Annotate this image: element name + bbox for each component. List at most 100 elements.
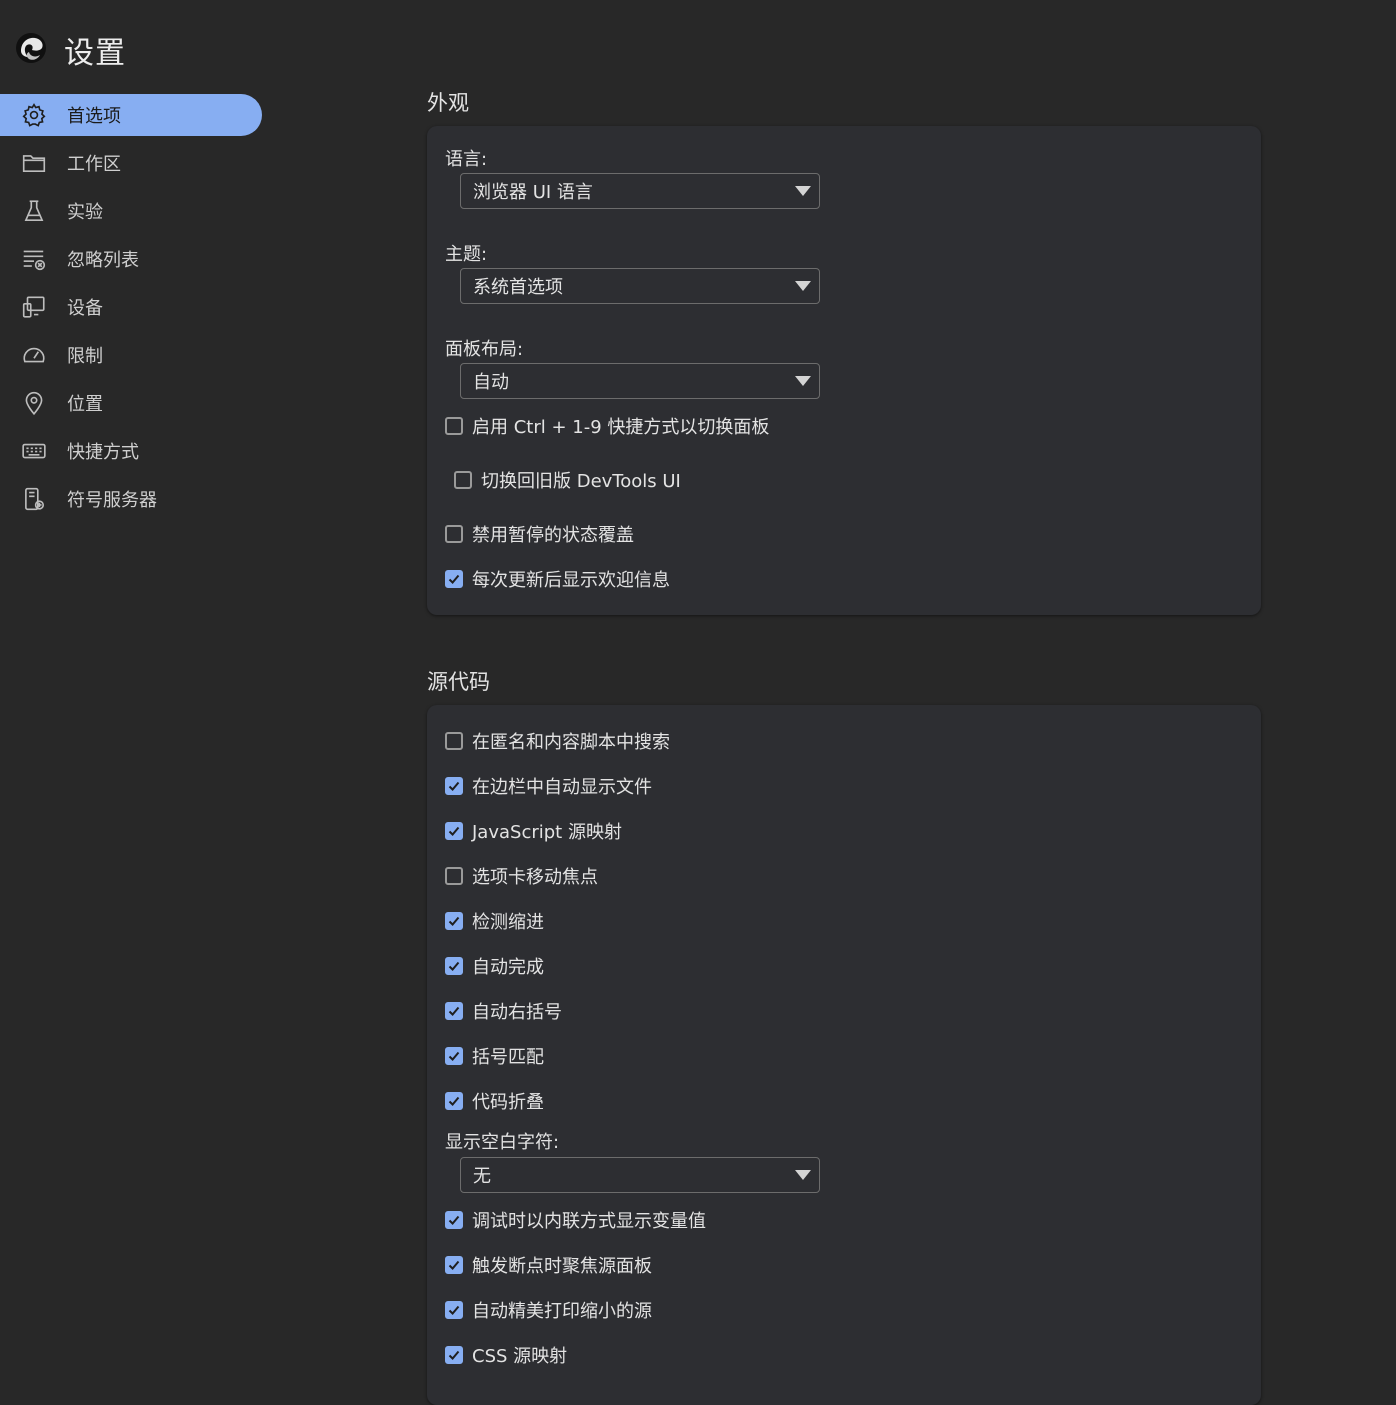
option-js-source-maps[interactable]: JavaScript 源映射 [445,819,622,843]
whitespace-select-value: 无 [473,1166,491,1187]
checkbox[interactable] [445,1047,463,1065]
devices-icon [20,293,48,321]
checkmark-icon [448,1305,460,1315]
gauge-icon [20,341,48,369]
sidebar-item-experiments[interactable]: 实验 [0,190,262,232]
sidebar-item-shortcuts[interactable]: 快捷方式 [0,430,262,472]
checkbox[interactable] [445,912,463,930]
appearance-card: 语言: 浏览器 UI 语言 主题: 系统首选项 面板布局: 自动 启用 Ctrl… [427,126,1261,615]
sidebar-item-label: 限制 [67,346,103,367]
option-welcome-message[interactable]: 每次更新后显示欢迎信息 [445,567,670,591]
option-code-folding[interactable]: 代码折叠 [445,1089,544,1113]
option-tab-moves-focus[interactable]: 选项卡移动焦点 [445,864,598,888]
edge-logo-icon [16,33,46,63]
checkbox[interactable] [445,1211,463,1229]
checkbox-label: 在边栏中自动显示文件 [472,777,652,798]
option-focus-sources-on-breakpoint[interactable]: 触发断点时聚焦源面板 [445,1253,652,1277]
option-auto-close-brackets[interactable]: 自动右括号 [445,999,562,1023]
checkbox-label: 自动精美打印缩小的源 [472,1301,652,1322]
checkmark-icon [448,1215,460,1225]
sidebar-item-label: 工作区 [67,154,121,175]
sidebar-item-label: 忽略列表 [67,250,139,271]
checkbox[interactable] [445,867,463,885]
theme-select[interactable]: 系统首选项 [460,268,820,304]
checkbox[interactable] [445,957,463,975]
sidebar-item-locations[interactable]: 位置 [0,382,262,424]
checkbox-label: 启用 Ctrl + 1-9 快捷方式以切换面板 [472,417,770,438]
checkbox-label: 检测缩进 [472,912,544,933]
checkbox[interactable] [445,777,463,795]
checkbox[interactable] [445,417,463,435]
sidebar-item-label: 符号服务器 [67,490,157,511]
sidebar-item-symbol-server[interactable]: 符号服务器 [0,478,262,520]
gear-icon [20,101,48,129]
chevron-down-icon [795,186,811,196]
option-autocompletion[interactable]: 自动完成 [445,954,544,978]
checkbox[interactable] [445,1301,463,1319]
checkmark-icon [448,961,460,971]
panel-layout-select-value: 自动 [473,372,509,393]
theme-label: 主题: [445,244,488,265]
option-disable-paused-overlay[interactable]: 禁用暂停的状态覆盖 [445,522,634,546]
section-title-sources: 源代码 [427,670,490,694]
checkbox-label: 在匿名和内容脚本中搜索 [472,732,670,753]
chevron-down-icon [795,1170,811,1180]
checkbox-label: 代码折叠 [472,1092,544,1113]
theme-select-value: 系统首选项 [473,277,563,298]
checkmark-icon [448,1350,460,1360]
whitespace-select[interactable]: 无 [460,1157,820,1193]
chevron-down-icon [795,281,811,291]
option-css-source-maps[interactable]: CSS 源映射 [445,1343,567,1367]
option-reveal-in-sidebar[interactable]: 在边栏中自动显示文件 [445,774,652,798]
checkbox[interactable] [445,1002,463,1020]
checkbox-label: 触发断点时聚焦源面板 [472,1256,652,1277]
sidebar-item-throttling[interactable]: 限制 [0,334,262,376]
sidebar: 首选项 工作区 实验 忽略列表 设备 限制 位置 快捷方式 符号服务器 [0,94,262,526]
checkmark-icon [448,826,460,836]
sidebar-item-label: 设备 [67,298,103,319]
folder-icon [20,149,48,177]
checkbox-label: 自动完成 [472,957,544,978]
checkbox[interactable] [445,1256,463,1274]
option-legacy-ui[interactable]: 切换回旧版 DevTools UI [454,468,681,492]
language-label: 语言: [445,149,488,170]
checkbox-label: 调试时以内联方式显示变量值 [472,1211,706,1232]
checkbox[interactable] [445,570,463,588]
header: 设置 [0,0,400,94]
sidebar-item-devices[interactable]: 设备 [0,286,262,328]
language-select-value: 浏览器 UI 语言 [473,182,593,203]
sidebar-item-preferences[interactable]: 首选项 [0,94,262,136]
checkmark-icon [448,1051,460,1061]
checkbox-label: 禁用暂停的状态覆盖 [472,525,634,546]
page-title: 设置 [64,36,126,71]
sidebar-item-workspace[interactable]: 工作区 [0,142,262,184]
panel-layout-select[interactable]: 自动 [460,363,820,399]
checkbox-label: 选项卡移动焦点 [472,867,598,888]
option-search-anonymous-scripts[interactable]: 在匿名和内容脚本中搜索 [445,729,670,753]
checkbox[interactable] [454,471,472,489]
option-detect-indentation[interactable]: 检测缩进 [445,909,544,933]
checkbox[interactable] [445,732,463,750]
sidebar-item-ignore-list[interactable]: 忽略列表 [0,238,262,280]
whitespace-label: 显示空白字符: [445,1132,560,1153]
checkbox[interactable] [445,525,463,543]
option-inline-variable-values[interactable]: 调试时以内联方式显示变量值 [445,1208,706,1232]
option-ctrl-shortcuts[interactable]: 启用 Ctrl + 1-9 快捷方式以切换面板 [445,414,769,438]
list-ignore-icon [20,245,48,273]
option-auto-pretty-print[interactable]: 自动精美打印缩小的源 [445,1298,652,1322]
language-select[interactable]: 浏览器 UI 语言 [460,173,820,209]
checkmark-icon [448,1006,460,1016]
checkmark-icon [448,1260,460,1270]
symbol-server-icon [20,485,48,513]
checkbox-label: 自动右括号 [472,1002,562,1023]
chevron-down-icon [795,376,811,386]
sidebar-item-label: 首选项 [67,106,121,127]
checkbox[interactable] [445,1092,463,1110]
option-bracket-matching[interactable]: 括号匹配 [445,1044,544,1068]
checkbox[interactable] [445,1346,463,1364]
sidebar-item-label: 位置 [67,394,103,415]
sidebar-item-label: 实验 [67,202,103,223]
section-title-appearance: 外观 [427,91,469,115]
checkbox-label: 每次更新后显示欢迎信息 [472,570,670,591]
checkbox[interactable] [445,822,463,840]
